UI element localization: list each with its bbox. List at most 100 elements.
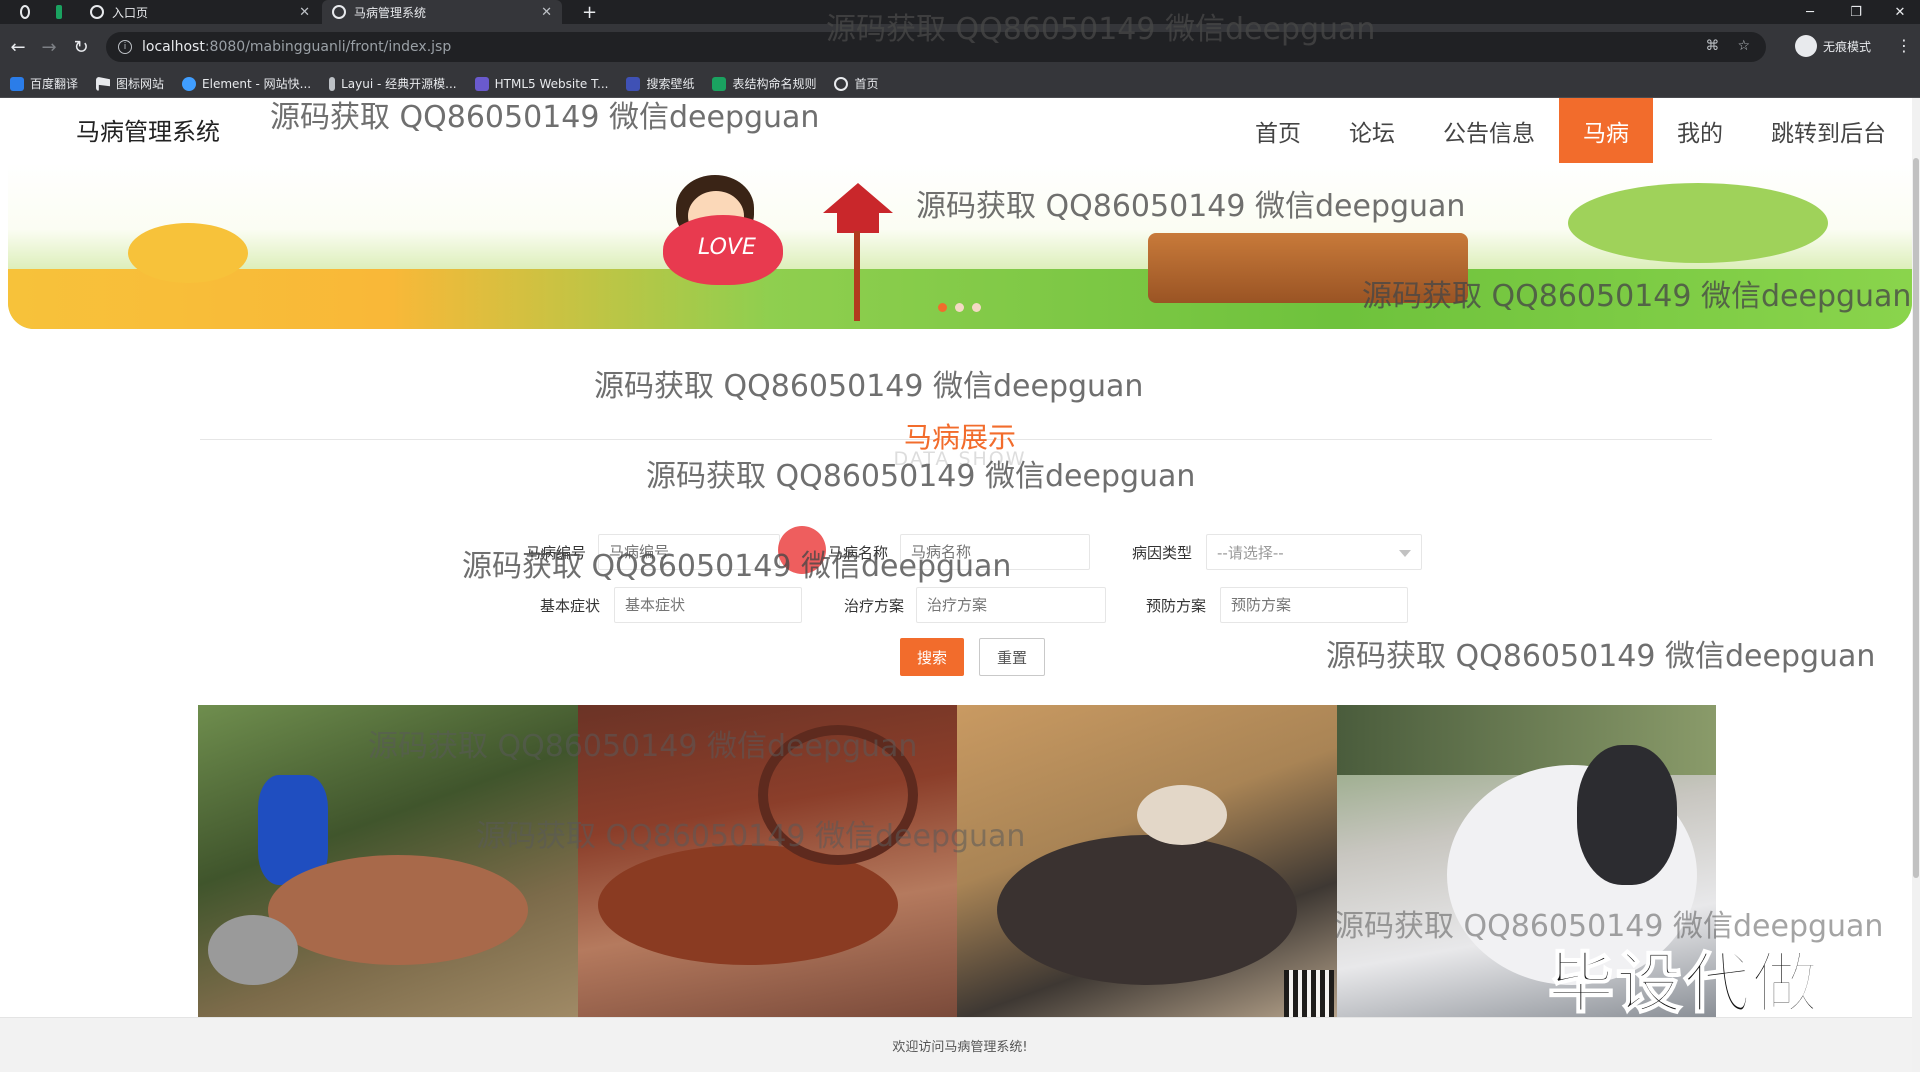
pinned-tab-icon[interactable] xyxy=(46,0,72,24)
carousel-indicator xyxy=(938,303,981,312)
label-cause-type: 病因类型 xyxy=(1131,543,1192,562)
page-scrollbar[interactable] xyxy=(1912,98,1920,1072)
rock-figure xyxy=(208,915,298,985)
top-nav: 首页 论坛 公告信息 马病 我的 跳转到后台 xyxy=(1231,98,1910,163)
translate-icon xyxy=(10,76,24,91)
disease-card-image[interactable] xyxy=(198,705,578,1017)
label-prevention-plan: 预防方案 xyxy=(1145,596,1206,615)
banner-bush xyxy=(1568,183,1828,263)
horse-head-figure xyxy=(1137,785,1227,845)
prevention-plan-input[interactable] xyxy=(1220,587,1408,623)
forward-icon[interactable]: → xyxy=(36,34,62,60)
tab-title: 马病管理系统 xyxy=(354,5,427,20)
flag-icon xyxy=(96,76,111,91)
element-icon xyxy=(182,76,197,91)
bookmarks-bar: 百度翻译 图标网站 Element - 网站快... Layui - 经典开源模… xyxy=(0,70,1920,98)
label-disease-number: 马病编号 xyxy=(525,543,586,562)
disease-card-image[interactable] xyxy=(577,705,957,1017)
cause-type-select[interactable]: --请选择-- xyxy=(1206,534,1422,570)
bookmark-item[interactable]: HTML5 Website T... xyxy=(474,76,608,91)
info-icon[interactable]: i xyxy=(118,40,132,54)
minimize-icon[interactable]: ─ xyxy=(1790,0,1830,24)
restore-icon[interactable]: ❐ xyxy=(1836,0,1876,24)
incognito-icon xyxy=(1795,35,1817,57)
browser-tabstrip: 入口页 ✕ 马病管理系统 ✕ + ─ ❐ ✕ xyxy=(0,0,1920,24)
carousel-dot[interactable] xyxy=(972,303,981,312)
layui-icon xyxy=(329,76,336,91)
nav-horse-disease[interactable]: 马病 xyxy=(1559,98,1653,163)
back-icon[interactable]: ← xyxy=(5,34,31,60)
url-path: :8080/mabingguanli/front/index.jsp xyxy=(204,39,452,55)
bookmark-item[interactable]: 搜索壁纸 xyxy=(626,75,694,92)
bookmark-item[interactable]: 百度翻译 xyxy=(10,75,78,92)
bookmark-item[interactable]: Element - 网站快... xyxy=(182,75,311,92)
wallpaper-icon xyxy=(626,76,641,91)
star-icon[interactable]: ☆ xyxy=(1737,38,1750,54)
address-bar[interactable]: i localhost :8080/mabingguanli/front/ind… xyxy=(106,32,1766,62)
nav-mine[interactable]: 我的 xyxy=(1653,98,1747,163)
profile-label: 无痕模式 xyxy=(1823,39,1872,54)
translate-icon[interactable]: ⌘ xyxy=(1705,38,1719,54)
nav-forum[interactable]: 论坛 xyxy=(1325,98,1419,163)
horse-head-figure xyxy=(1576,745,1677,885)
bookmark-item[interactable]: 图标网站 xyxy=(96,75,164,92)
bookmark-item[interactable]: Layui - 经典开源模... xyxy=(329,75,457,92)
search-row-2: 基本症状 治疗方案 预防方案 xyxy=(0,587,1920,623)
close-window-icon[interactable]: ✕ xyxy=(1880,0,1920,24)
url-host: localhost xyxy=(142,39,205,55)
site-header: 马病管理系统 首页 论坛 公告信息 马病 我的 跳转到后台 xyxy=(0,98,1920,163)
footer-text: 欢迎访问马病管理系统! xyxy=(892,1039,1028,1055)
treatment-plan-input[interactable] xyxy=(916,587,1106,623)
tab-title: 入口页 xyxy=(112,5,149,20)
nav-home[interactable]: 首页 xyxy=(1231,98,1325,163)
profile-button[interactable]: 无痕模式 xyxy=(1795,35,1871,57)
reset-button[interactable]: 重置 xyxy=(979,638,1045,676)
site-footer: 欢迎访问马病管理系统! xyxy=(0,1017,1920,1072)
browser-toolbar: ← → ↻ i localhost :8080/mabingguanli/fro… xyxy=(0,24,1920,70)
basic-symptoms-input[interactable] xyxy=(614,587,802,623)
qr-code xyxy=(1284,970,1334,1020)
banner-ground xyxy=(8,269,1912,329)
promo-overlay-text: 毕设代做 xyxy=(1547,944,1820,1023)
tab-horse-disease[interactable]: 马病管理系统 ✕ xyxy=(322,0,562,24)
mouse-cursor-highlight xyxy=(778,526,826,574)
horse-figure xyxy=(268,855,528,965)
tab-entry-page[interactable]: 入口页 ✕ xyxy=(80,0,320,24)
search-button[interactable]: 搜索 xyxy=(900,638,964,676)
sheet-icon xyxy=(712,76,727,91)
disease-card-image[interactable] xyxy=(957,705,1337,1017)
nav-admin[interactable]: 跳转到后台 xyxy=(1747,98,1910,163)
screen: 入口页 ✕ 马病管理系统 ✕ + ─ ❐ ✕ ← → ↻ i localhost… xyxy=(0,0,1920,1072)
banner-bench xyxy=(1148,233,1468,303)
birdhouse-pole xyxy=(854,231,860,321)
disease-number-input[interactable] xyxy=(598,534,780,570)
nav-notice[interactable]: 公告信息 xyxy=(1419,98,1559,163)
bookmark-item[interactable]: 表结构命名规则 xyxy=(712,75,816,92)
globe-icon xyxy=(90,5,104,19)
disease-name-input[interactable] xyxy=(900,534,1090,570)
globe-icon xyxy=(834,76,849,91)
wheel-figure xyxy=(757,725,918,865)
html5-icon xyxy=(474,76,489,91)
close-icon[interactable]: ✕ xyxy=(541,5,552,20)
carousel-dot[interactable] xyxy=(955,303,964,312)
scrollbar-thumb[interactable] xyxy=(1913,158,1919,878)
banner-bush xyxy=(128,223,248,283)
label-basic-symptoms: 基本症状 xyxy=(539,596,600,615)
bookmark-item[interactable]: 首页 xyxy=(834,75,879,92)
birdhouse-icon xyxy=(823,183,893,233)
new-tab-button[interactable]: + xyxy=(572,0,602,24)
carousel-dot[interactable] xyxy=(938,303,947,312)
label-treatment-plan: 治疗方案 xyxy=(843,596,904,615)
watermark-text: 源码获取 QQ86050149 微信deepguan xyxy=(594,369,1144,404)
banner-carousel[interactable]: LOVE xyxy=(8,163,1912,329)
menu-icon[interactable]: ⋮ xyxy=(1896,36,1912,55)
reload-icon[interactable]: ↻ xyxy=(68,34,94,60)
close-icon[interactable]: ✕ xyxy=(299,5,310,20)
incognito-app-icon[interactable] xyxy=(10,0,40,24)
select-value: --请选择-- xyxy=(1217,543,1284,562)
banner-heart-text: LOVE xyxy=(698,235,756,260)
disease-grid xyxy=(198,705,1716,1017)
site-title: 马病管理系统 xyxy=(76,118,220,146)
chevron-down-icon xyxy=(1399,550,1411,557)
